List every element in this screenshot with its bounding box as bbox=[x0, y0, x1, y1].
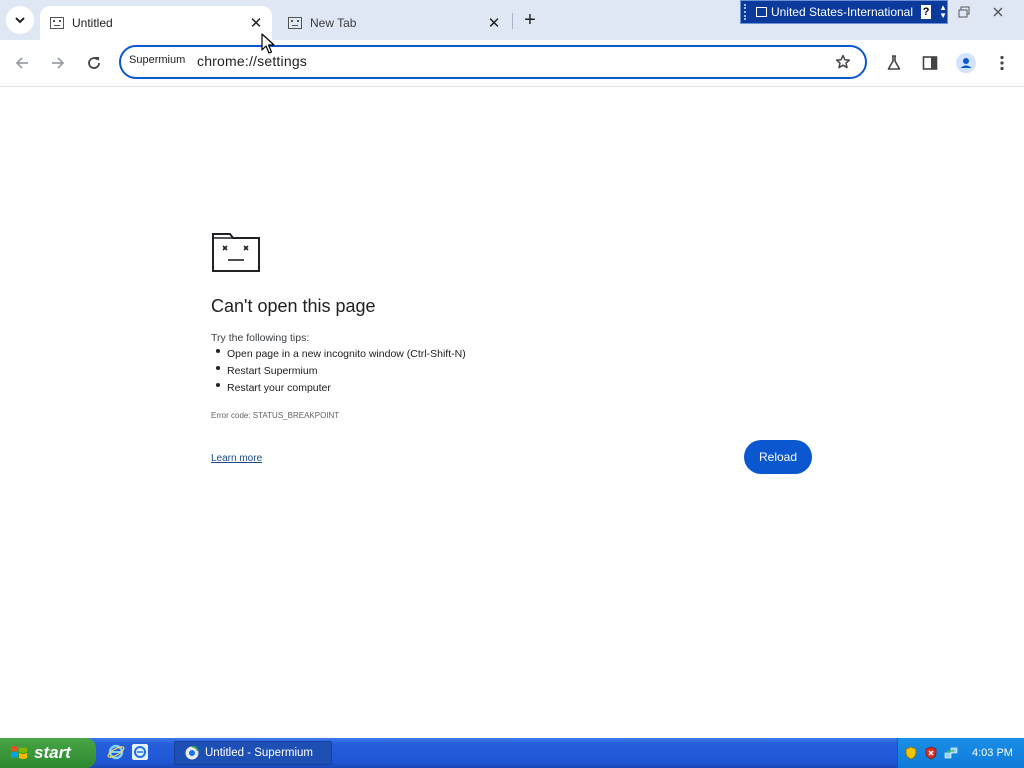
tab-separator bbox=[512, 13, 513, 29]
sad-tab-icon bbox=[212, 230, 260, 277]
side-panel-button[interactable] bbox=[915, 48, 945, 78]
close-tab-icon[interactable]: ✕ bbox=[246, 13, 266, 33]
mouse-cursor-icon bbox=[261, 33, 275, 54]
reload-icon bbox=[88, 57, 100, 69]
close-icon bbox=[993, 7, 1003, 17]
browser-quicklaunch-icon[interactable] bbox=[130, 742, 150, 762]
taskbar-item-label: Untitled - Supermium bbox=[205, 747, 314, 759]
bookmark-star-icon[interactable] bbox=[833, 52, 853, 72]
network-icon[interactable] bbox=[944, 746, 958, 760]
url-text[interactable]: chrome://settings bbox=[197, 53, 307, 69]
reload-toolbar-button[interactable] bbox=[79, 48, 109, 78]
taskbar-item-supermium[interactable]: Untitled - Supermium bbox=[174, 741, 332, 765]
taskbar: start Untitled - Supermium 4:03 PM bbox=[0, 738, 1024, 768]
tip-text: Restart Supermium bbox=[227, 364, 318, 377]
arrow-right-icon bbox=[52, 57, 65, 69]
system-tray: 4:03 PM bbox=[897, 738, 1024, 768]
tab-title: Untitled bbox=[72, 16, 113, 30]
language-bar[interactable]: United States-International ? ▲ ▼ bbox=[740, 0, 948, 24]
menu-button[interactable] bbox=[987, 48, 1017, 78]
start-button[interactable]: start bbox=[0, 738, 96, 768]
security-alert-icon[interactable] bbox=[924, 746, 938, 760]
sad-tab-favicon-icon bbox=[50, 17, 64, 29]
help-icon[interactable]: ? bbox=[921, 5, 932, 19]
tab-title: New Tab bbox=[310, 16, 357, 30]
tab-untitled[interactable]: Untitled ✕ bbox=[40, 6, 272, 40]
quick-launch bbox=[106, 742, 150, 762]
chevron-down-icon bbox=[15, 17, 25, 24]
back-button[interactable] bbox=[7, 48, 37, 78]
tip-text: Restart your computer bbox=[227, 381, 331, 394]
list-item: Restart Supermium bbox=[216, 362, 466, 379]
error-code: Error code: STATUS_BREAKPOINT bbox=[211, 411, 340, 420]
restore-icon bbox=[958, 6, 970, 18]
grip-handle[interactable] bbox=[744, 4, 750, 20]
security-shield-icon[interactable] bbox=[904, 746, 918, 760]
tips-list: Open page in a new incognito window (Ctr… bbox=[216, 345, 466, 396]
sad-tab-favicon-icon bbox=[288, 17, 302, 29]
windows-flag-icon bbox=[11, 746, 27, 759]
kebab-menu-icon bbox=[1000, 55, 1004, 71]
list-item: Open page in a new incognito window (Ctr… bbox=[216, 345, 466, 362]
options-arrow-icon[interactable]: ▲ ▼ bbox=[939, 4, 947, 20]
start-label: start bbox=[34, 743, 71, 762]
profile-button[interactable] bbox=[951, 48, 981, 78]
list-item: Restart your computer bbox=[216, 379, 466, 396]
learn-more-link[interactable]: Learn more bbox=[211, 453, 262, 464]
browser-toolbar: Supermium chrome://settings bbox=[0, 40, 1024, 87]
keyboard-icon bbox=[756, 7, 767, 17]
side-panel-icon bbox=[922, 56, 938, 70]
flask-icon bbox=[887, 55, 901, 70]
address-bar[interactable]: Supermium chrome://settings bbox=[119, 45, 867, 79]
omnibox-chip[interactable]: Supermium bbox=[129, 54, 185, 66]
error-title: Can't open this page bbox=[211, 296, 376, 316]
supermium-icon bbox=[185, 746, 199, 760]
close-window-button[interactable] bbox=[987, 2, 1009, 22]
avatar-icon bbox=[956, 53, 976, 73]
internet-explorer-icon[interactable] bbox=[106, 742, 126, 762]
new-tab-button[interactable]: + bbox=[518, 8, 542, 32]
tab-search-button[interactable] bbox=[6, 6, 34, 34]
labs-button[interactable] bbox=[879, 48, 909, 78]
language-label[interactable]: United States-International bbox=[771, 5, 913, 19]
arrow-left-icon bbox=[15, 57, 28, 69]
close-tab-icon[interactable]: ✕ bbox=[484, 13, 504, 33]
reload-button[interactable]: Reload bbox=[744, 440, 812, 474]
tip-text: Open page in a new incognito window (Ctr… bbox=[227, 347, 466, 360]
restore-window-button[interactable] bbox=[953, 2, 975, 22]
clock: 4:03 PM bbox=[972, 747, 1013, 759]
tab-strip: Untitled ✕ New Tab ✕ + United States-Int… bbox=[0, 0, 1024, 40]
forward-button[interactable] bbox=[43, 48, 73, 78]
tab-new-tab[interactable]: New Tab ✕ bbox=[278, 6, 510, 40]
tips-label: Try the following tips: bbox=[211, 332, 310, 344]
